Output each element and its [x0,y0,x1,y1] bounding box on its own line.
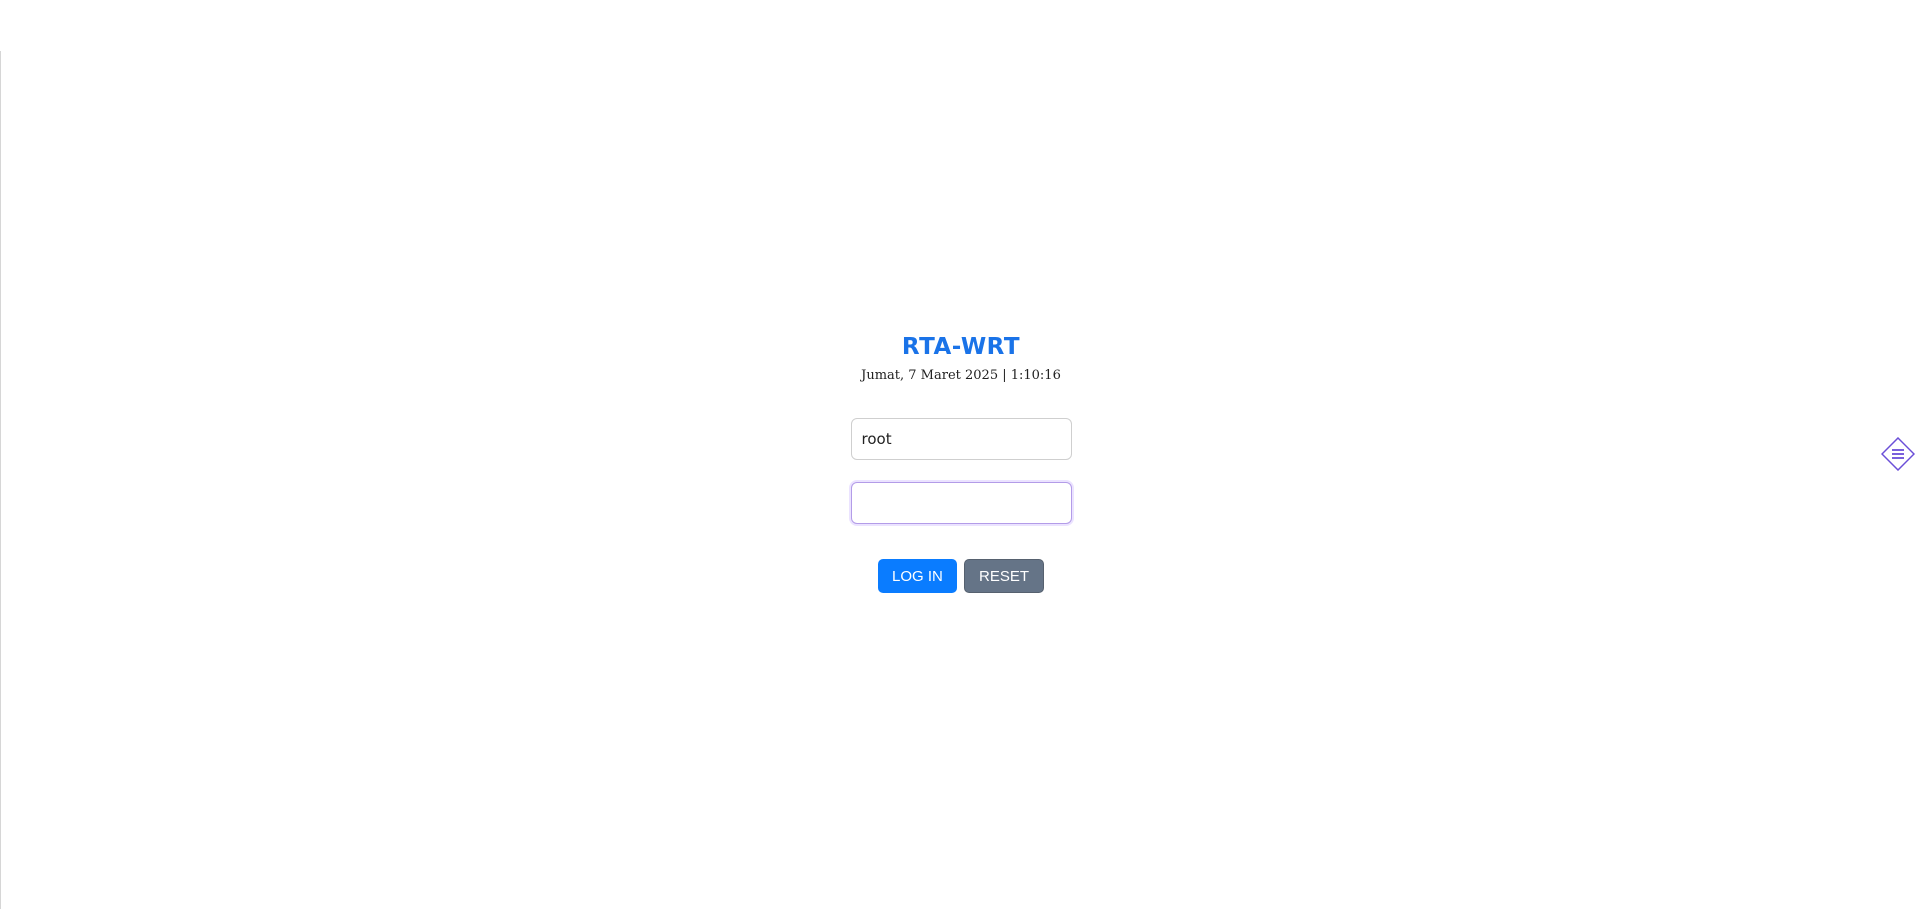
left-border-divider [0,51,1,909]
username-field[interactable] [850,418,1072,460]
current-datetime: Jumat, 7 Maret 2025 | 1:10:16 [861,368,1061,383]
login-actions: LOG IN RESET [849,559,1073,593]
login-page: RTA-WRT Jumat, 7 Maret 2025 | 1:10:16 LO… [0,0,1920,909]
login-button[interactable]: LOG IN [877,559,957,593]
login-panel: RTA-WRT Jumat, 7 Maret 2025 | 1:10:16 LO… [849,330,1073,593]
menu-diamond-icon[interactable] [1881,437,1915,471]
password-field[interactable] [850,482,1072,524]
reset-button[interactable]: RESET [963,559,1044,593]
page-title: RTA-WRT [901,334,1021,360]
